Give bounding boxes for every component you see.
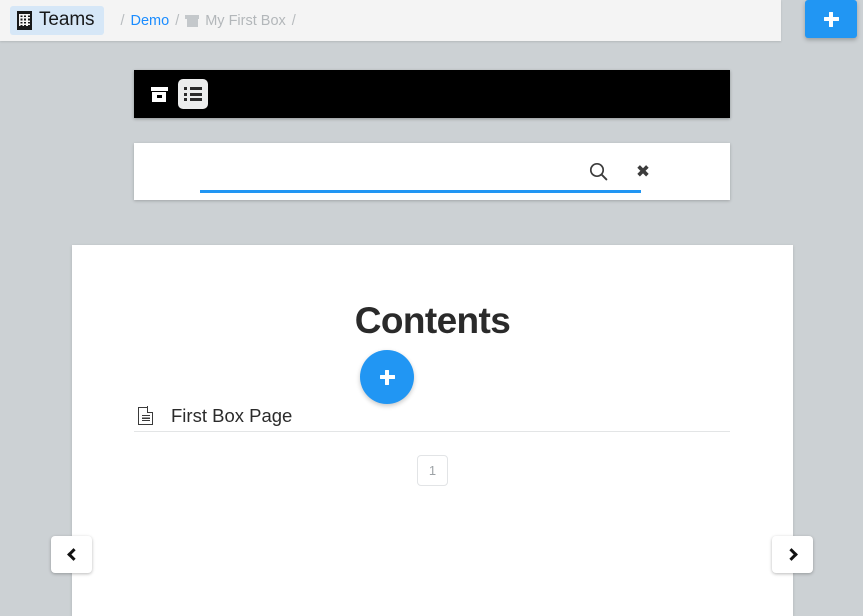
view-toolbar <box>134 70 730 118</box>
add-page-button[interactable] <box>360 350 414 404</box>
list-icon <box>184 87 202 101</box>
search-icon <box>589 162 607 180</box>
breadcrumb-separator-0: / <box>120 12 125 29</box>
page-title: Contents <box>354 300 511 341</box>
search-input-wrapper <box>200 155 641 193</box>
plus-icon <box>379 369 395 385</box>
list-view-button[interactable] <box>178 79 208 109</box>
document-icon <box>138 406 154 425</box>
next-button[interactable] <box>772 536 813 573</box>
chevron-left-icon <box>66 548 80 561</box>
breadcrumb-separator-2: / <box>291 12 296 29</box>
teams-brand-button[interactable]: Teams <box>10 6 105 35</box>
box-view-button[interactable] <box>144 79 174 109</box>
breadcrumb-item-label: My First Box <box>205 12 286 29</box>
previous-button[interactable] <box>51 536 92 573</box>
breadcrumb-separator-1: / <box>175 12 180 29</box>
search-submit-button[interactable] <box>584 157 612 185</box>
content-panel: Contents First Box Page 1 <box>72 245 793 616</box>
list-item-label: First Box Page <box>171 404 293 426</box>
chevron-right-icon <box>784 548 798 561</box>
plus-icon <box>823 11 839 27</box>
search-input[interactable] <box>200 155 641 193</box>
app-root: Teams / Demo / My First Box / ✖ Contents… <box>0 0 863 616</box>
breadcrumb-item-my-first-box[interactable]: My First Box <box>185 13 286 29</box>
pagination: 1 <box>72 455 793 486</box>
breadcrumb-item-demo[interactable]: Demo <box>131 13 170 29</box>
breadcrumb: / Demo / My First Box / <box>114 13 301 29</box>
list-item[interactable]: First Box Page <box>134 400 730 432</box>
box-icon <box>185 14 200 27</box>
building-icon <box>17 10 32 30</box>
add-button[interactable] <box>805 0 857 38</box>
top-header-bar: Teams / Demo / My First Box / <box>0 0 781 41</box>
box-icon <box>150 86 168 102</box>
search-clear-button[interactable]: ✖ <box>629 157 657 185</box>
page-list: First Box Page <box>134 400 730 432</box>
box-icon-slot <box>156 95 162 98</box>
teams-brand-label: Teams <box>39 9 95 30</box>
pagination-page-1[interactable]: 1 <box>417 455 448 486</box>
